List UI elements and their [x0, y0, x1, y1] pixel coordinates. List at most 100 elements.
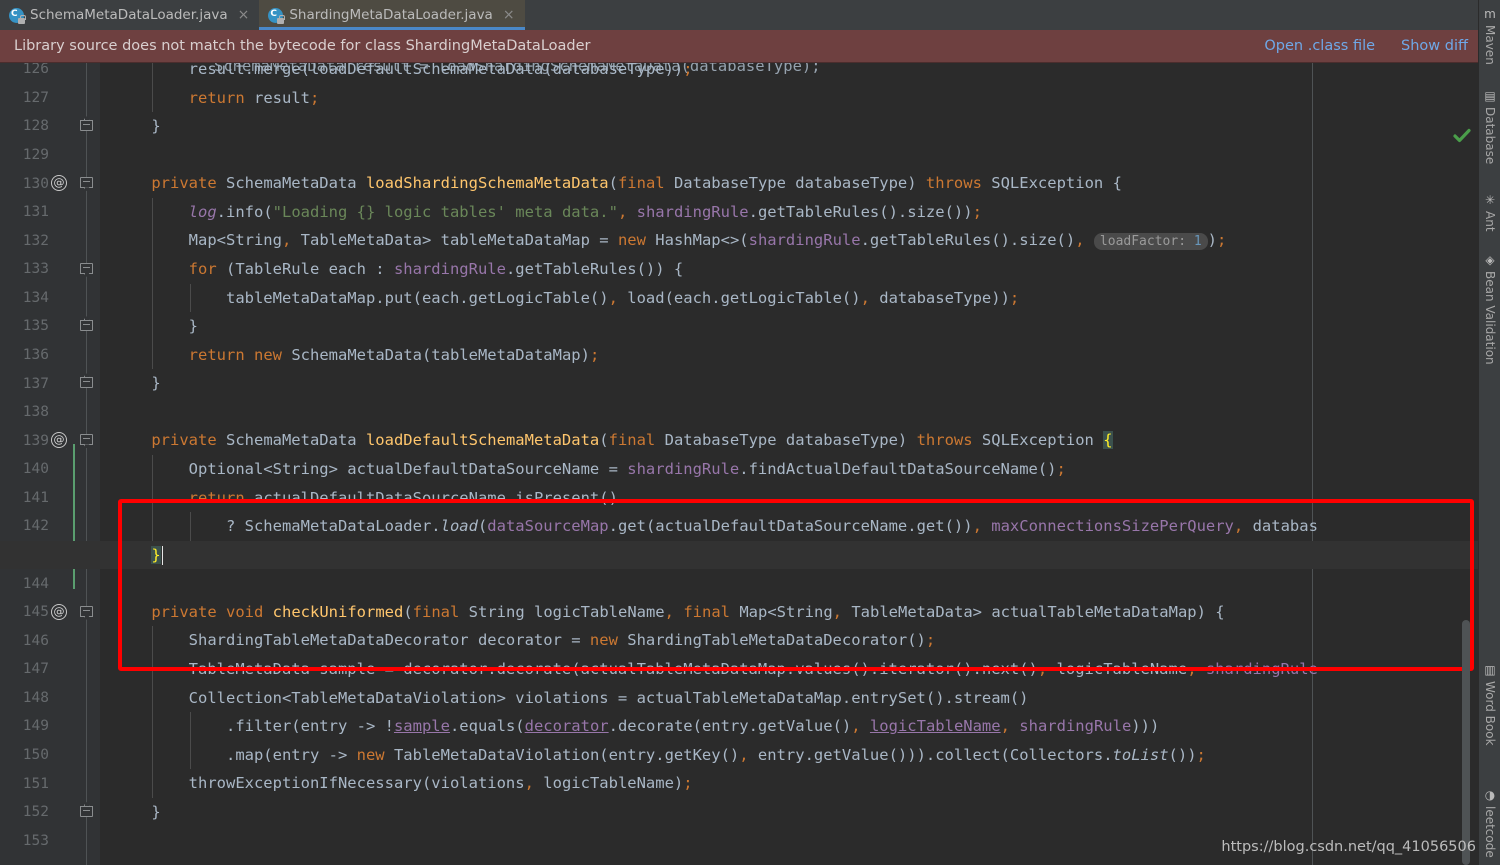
gutter-row[interactable]: 129 [0, 141, 100, 170]
gutter-row[interactable]: 132 [0, 226, 100, 255]
line-number: 149 [22, 718, 49, 735]
gutter-row[interactable]: 148 [0, 684, 100, 713]
line-number: 144 [22, 575, 49, 592]
matching-brace: { [1103, 431, 1113, 450]
close-icon[interactable]: × [503, 8, 515, 22]
gutter-row[interactable]: 136 [0, 341, 100, 370]
gutter-row[interactable]: 138 [0, 398, 100, 427]
gutter-row[interactable]: 151 [0, 769, 100, 798]
override-method-icon[interactable]: @ [51, 603, 67, 620]
gutter-row[interactable]: 128 [0, 112, 100, 141]
override-method-icon[interactable]: @ [51, 175, 67, 192]
gutter-row[interactable]: 137 [0, 369, 100, 398]
fold-toggle-icon[interactable] [80, 262, 93, 277]
code-line-146[interactable]: ShardingTableMetaDataDecorator decorator… [100, 626, 936, 655]
code-line-131[interactable]: log.info("Loading {} logic tables' meta … [100, 198, 982, 227]
code-line-128[interactable]: } [100, 112, 160, 141]
code-line-144[interactable] [100, 569, 114, 598]
gutter-row[interactable]: 140 [0, 455, 100, 484]
gutter-row[interactable]: 141 [0, 484, 100, 513]
tool-window-ant[interactable]: ✳ Ant [1479, 190, 1500, 232]
fold-toggle-icon[interactable] [80, 434, 93, 449]
gutter-row[interactable]: 152 [0, 798, 100, 827]
editor-tab-shardingmetadataloader[interactable]: C ShardingMetaDataLoader.java × [259, 0, 525, 30]
code-line-147[interactable]: TableMetaData sample = decorator.decorat… [100, 655, 1318, 684]
tool-window-word-book[interactable]: ▥ Word Book [1479, 660, 1500, 746]
gutter-row[interactable]: 127 [0, 84, 100, 113]
editor-gutter[interactable]: 126 127 128 129 130 @131 132 133 134 135 136 137 138… [0, 63, 100, 865]
code-line-136[interactable]: return new SchemaMetaData(tableMetaDataM… [100, 341, 600, 370]
code-surface[interactable]: SchemaMetaData result = loadShardingSche… [100, 63, 1478, 865]
code-editor[interactable]: 126 127 128 129 130 @131 132 133 134 135 136 137 138… [0, 63, 1478, 865]
tool-window-label: leetcode [1483, 806, 1497, 858]
code-line-150[interactable]: .map(entry -> new TableMetaDataViolation… [100, 741, 1206, 770]
code-line-127[interactable]: return result; [100, 84, 320, 113]
gutter-row[interactable]: 150 [0, 741, 100, 770]
parameter-hint: loadFactor: 1 [1093, 233, 1208, 251]
indent-guide [152, 197, 154, 370]
gutter-row[interactable]: 153 [0, 826, 100, 855]
line-number: 137 [22, 375, 49, 392]
fold-toggle-icon[interactable] [80, 316, 93, 333]
code-line-129[interactable] [100, 141, 114, 170]
ant-icon: ✳ [1484, 193, 1496, 207]
scrollbar-thumb[interactable] [1462, 620, 1470, 865]
open-class-file-link[interactable]: Open .class file [1264, 38, 1375, 54]
maven-icon: m [1484, 7, 1496, 21]
gutter-row[interactable]: 142 [0, 512, 100, 541]
gutter-row[interactable]: 149 [0, 712, 100, 741]
tool-window-bean-validation[interactable]: ◈ Bean Validation [1479, 250, 1500, 365]
tool-window-leetcode[interactable]: ◑ leetcode [1479, 785, 1500, 858]
line-number: 130 [22, 175, 49, 192]
gutter-row[interactable]: 134 [0, 284, 100, 313]
editor-tab-schemametadataloader[interactable]: C SchemaMetaDataLoader.java × [0, 0, 260, 30]
gutter-row[interactable]: 146 [0, 626, 100, 655]
gutter-row[interactable]: 139 @ [0, 426, 100, 455]
override-method-icon[interactable]: @ [51, 432, 67, 449]
code-line-152[interactable]: } [100, 798, 160, 827]
code-line-142[interactable]: ? SchemaMetaDataLoader.load(dataSourceMa… [100, 512, 1318, 541]
code-line-126[interactable]: result.merge(loadDefaultSchemaMetaData(d… [100, 63, 693, 84]
line-number: 152 [22, 804, 49, 821]
gutter-row[interactable]: 145 @ [0, 598, 100, 627]
gutter-row[interactable]: 147 [0, 655, 100, 684]
gutter-row[interactable]: 144 [0, 569, 100, 598]
fold-toggle-icon[interactable] [80, 373, 93, 390]
show-diff-link[interactable]: Show diff [1401, 38, 1468, 54]
code-line-145[interactable]: private void checkUniformed(final String… [100, 598, 1224, 627]
code-line-132[interactable]: Map<String, TableMetaData> tableMetaData… [100, 226, 1226, 255]
vertical-scrollbar[interactable] [1459, 126, 1472, 865]
code-line-135[interactable]: } [100, 312, 198, 341]
gutter-row[interactable]: 131 [0, 198, 100, 227]
line-number: 148 [22, 689, 49, 706]
close-icon[interactable]: × [238, 8, 250, 22]
code-line-138[interactable] [100, 398, 114, 427]
editor-tab-label: ShardingMetaDataLoader.java [289, 7, 493, 23]
line-number: 131 [22, 204, 49, 221]
indent-guide [152, 454, 154, 541]
tool-window-maven[interactable]: m Maven [1479, 4, 1500, 65]
code-line-139[interactable]: private SchemaMetaData loadDefaultSchema… [100, 426, 1113, 455]
code-line-149[interactable]: .filter(entry -> !sample.equals(decorato… [100, 712, 1159, 741]
tool-window-database[interactable]: ▤ Database [1479, 86, 1500, 164]
fold-toggle-icon[interactable] [80, 177, 93, 192]
code-line-137[interactable]: } [100, 369, 160, 398]
gutter-row[interactable]: 130 @ [0, 169, 100, 198]
code-line-141[interactable]: return actualDefaultDataSourceName.isPre… [100, 484, 618, 513]
code-line-151[interactable]: throwExceptionIfNecessary(violations, lo… [100, 769, 693, 798]
code-line-143[interactable]: } [100, 541, 161, 570]
gutter-row[interactable]: 126 [0, 63, 100, 84]
code-line-130[interactable]: private SchemaMetaData loadShardingSchem… [100, 169, 1122, 198]
gutter-row[interactable]: 133 [0, 255, 100, 284]
ok-check-icon[interactable] [1452, 127, 1472, 145]
gutter-row[interactable]: 135 [0, 312, 100, 341]
code-line-133[interactable]: for (TableRule each : shardingRule.getTa… [100, 255, 684, 284]
code-line-134[interactable]: tableMetaDataMap.put(each.getLogicTable(… [100, 284, 1019, 313]
fold-toggle-icon[interactable] [80, 605, 93, 620]
notification-message: Library source does not match the byteco… [14, 38, 591, 54]
code-line-148[interactable]: Collection<TableMetaDataViolation> viola… [100, 684, 1029, 713]
text-caret [161, 545, 164, 565]
fold-toggle-icon[interactable] [80, 801, 93, 819]
fold-toggle-icon[interactable] [80, 116, 93, 133]
code-line-140[interactable]: Optional<String> actualDefaultDataSource… [100, 455, 1066, 484]
